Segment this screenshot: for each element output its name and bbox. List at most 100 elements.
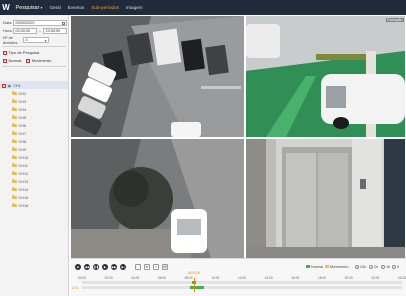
channel-item[interactable]: CH11: [5, 162, 28, 169]
menu-item-label: Eventos: [67, 5, 85, 10]
timeline-track-bottom[interactable]: [82, 286, 402, 289]
menu-item[interactable]: Eventos: [64, 0, 88, 15]
normal-checkbox[interactable]: ✓: [3, 58, 7, 63]
play-button[interactable]: ▶: [102, 264, 108, 270]
channel-item[interactable]: CH9: [5, 146, 26, 153]
channel-item[interactable]: CH15: [5, 194, 28, 201]
zoom-icon: ⊕: [145, 265, 149, 269]
zoom-button[interactable]: ⊕: [144, 264, 150, 270]
menu-item[interactable]: Imagem: [122, 0, 146, 15]
channel-item[interactable]: CH10: [5, 154, 28, 161]
folder-icon: [12, 139, 17, 144]
folder-icon: [12, 171, 17, 176]
folder-icon: [12, 123, 17, 128]
timeline-tick-label: 12:00: [238, 276, 246, 280]
channel-item[interactable]: CH14: [5, 186, 28, 193]
timeline-tick-label: 00:00: [78, 276, 86, 280]
channel-checkbox[interactable]: ✓: [2, 83, 6, 88]
step-button[interactable]: ▶|: [120, 264, 126, 270]
channel-item[interactable]: CH2: [5, 90, 26, 97]
stop-button[interactable]: ■: [75, 264, 81, 270]
channel-item[interactable]: CH6: [5, 122, 26, 129]
channel-item[interactable]: CH5: [5, 114, 26, 121]
menu-item[interactable]: Sub-períodos: [88, 0, 123, 15]
time-label: Hora: [3, 28, 12, 33]
range-24h-label: 24h: [360, 264, 367, 269]
legend-movement: Movimento: [325, 265, 349, 269]
app-logo: W: [2, 3, 10, 12]
channel-item[interactable]: CH16: [5, 202, 28, 209]
channel-item[interactable]: CH8: [5, 138, 26, 145]
video-grid: Gravação: [71, 16, 405, 258]
range-30m-label: 0: [397, 264, 400, 269]
timeline-tick-label: 02:00: [104, 276, 113, 280]
range-30m-option[interactable]: 0: [392, 264, 400, 269]
channel-label: CH4: [18, 107, 27, 112]
playback-panel: ■ ◀◀ ❚❚ ▶ ▶▶ ▶| ⛶ ⊕ ✂ ▤ Normal Movimento…: [71, 258, 406, 296]
channel-item[interactable]: CH13: [5, 178, 28, 185]
range-30m-radio[interactable]: [392, 264, 396, 269]
timeline-tick-label: 14:00: [264, 276, 273, 280]
camera-view-2[interactable]: Gravação: [246, 16, 405, 137]
timeline-tick-label: 18:00: [318, 276, 326, 280]
folder-icon: [12, 179, 17, 184]
folder-icon: [12, 155, 17, 160]
timeline-cursor[interactable]: [194, 278, 195, 292]
channel-item[interactable]: CH3: [5, 98, 26, 105]
channel-item[interactable]: ✓ ▣ CH1: [2, 82, 21, 89]
range-24h-radio[interactable]: [355, 264, 359, 269]
folder-icon: [12, 91, 17, 96]
channel-label: CH9: [18, 147, 27, 152]
camera-view-3[interactable]: [71, 139, 244, 258]
date-field[interactable]: 00/00/2020: [13, 19, 67, 26]
search-panel: Data 00/00/2020 Hora 00:00:00 – 23:59:59…: [0, 15, 69, 296]
folder-icon: [12, 203, 17, 208]
clip-button[interactable]: ✂: [153, 264, 159, 270]
time-start-field[interactable]: 00:00:00: [13, 27, 37, 34]
menu-item[interactable]: Pesquisar ▾: [12, 0, 46, 15]
calendar-icon[interactable]: [61, 21, 65, 25]
fullscreen-button[interactable]: ⛶: [135, 264, 141, 270]
timeline-track-top[interactable]: [82, 281, 402, 284]
search-type-label: Tipo de Pesquisa: [8, 50, 40, 55]
camera-view-4[interactable]: [246, 139, 405, 258]
forward-icon: ▶▶: [111, 265, 117, 269]
range-1h-option[interactable]: 1h: [381, 264, 390, 269]
division-select[interactable]: 4 ▾: [23, 36, 49, 43]
pause-button[interactable]: ❚❚: [93, 264, 99, 270]
date-value: 00/00/2020: [15, 20, 35, 25]
channel-label: CH16: [18, 203, 29, 208]
channel-label: CH6: [18, 123, 27, 128]
channel-item[interactable]: CH12: [5, 170, 28, 177]
camera-view-1[interactable]: [71, 16, 244, 137]
camera-icon: ▣: [7, 84, 12, 88]
range-2h-option[interactable]: 2h: [369, 264, 378, 269]
divider: [2, 66, 66, 67]
recording-segment[interactable]: [190, 286, 204, 289]
channel-label: CH10: [18, 155, 29, 160]
step-icon: ▶|: [121, 265, 125, 269]
range-24h-option[interactable]: 24h: [355, 264, 367, 269]
search-type-checkbox[interactable]: ✓: [3, 50, 7, 55]
legend-normal-swatch: [306, 264, 310, 269]
top-bar: W Pesquisar ▾ Geral Eventos Sub-períodos Imag…: [0, 0, 406, 15]
menu-item[interactable]: Geral: [46, 0, 64, 15]
channel-label: CH12: [18, 171, 29, 176]
play-icon: ▶: [103, 265, 107, 269]
main-menu: Pesquisar ▾ Geral Eventos Sub-períodos Imagem: [12, 0, 146, 15]
forward-button[interactable]: ▶▶: [111, 264, 117, 270]
pause-icon: ❚❚: [93, 265, 99, 269]
channel-label: CH1: [13, 83, 21, 88]
time-end-field[interactable]: 23:59:59: [43, 27, 67, 34]
range-2h-radio[interactable]: [369, 264, 373, 269]
stop-icon: ■: [77, 265, 79, 269]
rewind-button[interactable]: ◀◀: [84, 264, 90, 270]
timeline-tick-label: 10:00: [211, 276, 220, 280]
channel-label: CH3: [18, 99, 27, 104]
channel-item[interactable]: CH4: [5, 106, 26, 113]
backup-button[interactable]: ▤: [162, 264, 168, 270]
timeline[interactable]: 08:00:00 00:00 02:00 04:00 06:00 08:00 10:00 1…: [78, 271, 406, 292]
channel-item[interactable]: CH7: [5, 130, 26, 137]
movement-checkbox[interactable]: ✓: [26, 58, 31, 63]
range-1h-radio[interactable]: [381, 264, 385, 269]
